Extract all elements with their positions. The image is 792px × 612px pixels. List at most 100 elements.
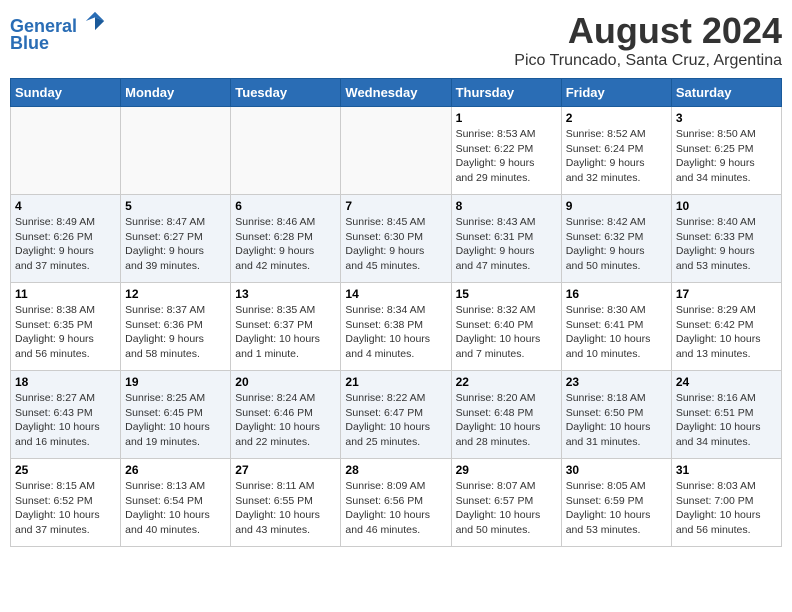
page-subtitle: Pico Truncado, Santa Cruz, Argentina: [514, 52, 782, 70]
day-number: 15: [456, 287, 557, 301]
cell-content: Sunrise: 8:16 AMSunset: 6:51 PMDaylight:…: [676, 391, 777, 450]
day-number: 25: [15, 463, 116, 477]
week-row-5: 25 Sunrise: 8:15 AMSunset: 6:52 PMDayligh…: [11, 459, 782, 547]
cell-content: Sunrise: 8:52 AMSunset: 6:24 PMDaylight:…: [566, 127, 667, 186]
cell-content: Sunrise: 8:43 AMSunset: 6:31 PMDaylight:…: [456, 215, 557, 274]
calendar-cell: 28 Sunrise: 8:09 AMSunset: 6:56 PMDayligh…: [341, 459, 451, 547]
calendar-cell: 19 Sunrise: 8:25 AMSunset: 6:45 PMDayligh…: [121, 371, 231, 459]
calendar-cell: 15 Sunrise: 8:32 AMSunset: 6:40 PMDayligh…: [451, 283, 561, 371]
day-number: 27: [235, 463, 336, 477]
calendar-cell: 9 Sunrise: 8:42 AMSunset: 6:32 PMDaylight…: [561, 195, 671, 283]
day-number: 29: [456, 463, 557, 477]
day-header-tuesday: Tuesday: [231, 79, 341, 107]
cell-content: Sunrise: 8:25 AMSunset: 6:45 PMDaylight:…: [125, 391, 226, 450]
day-number: 16: [566, 287, 667, 301]
cell-content: Sunrise: 8:24 AMSunset: 6:46 PMDaylight:…: [235, 391, 336, 450]
cell-content: Sunrise: 8:22 AMSunset: 6:47 PMDaylight:…: [345, 391, 446, 450]
calendar-cell: [341, 107, 451, 195]
week-row-1: 1 Sunrise: 8:53 AMSunset: 6:22 PMDaylight…: [11, 107, 782, 195]
day-header-monday: Monday: [121, 79, 231, 107]
day-number: 14: [345, 287, 446, 301]
logo: General Blue: [10, 10, 106, 54]
cell-content: Sunrise: 8:34 AMSunset: 6:38 PMDaylight:…: [345, 303, 446, 362]
cell-content: Sunrise: 8:03 AMSunset: 7:00 PMDaylight:…: [676, 479, 777, 538]
calendar-cell: [231, 107, 341, 195]
day-number: 31: [676, 463, 777, 477]
cell-content: Sunrise: 8:47 AMSunset: 6:27 PMDaylight:…: [125, 215, 226, 274]
calendar-cell: 21 Sunrise: 8:22 AMSunset: 6:47 PMDayligh…: [341, 371, 451, 459]
day-number: 10: [676, 199, 777, 213]
day-header-saturday: Saturday: [671, 79, 781, 107]
cell-content: Sunrise: 8:20 AMSunset: 6:48 PMDaylight:…: [456, 391, 557, 450]
day-number: 23: [566, 375, 667, 389]
day-number: 1: [456, 111, 557, 125]
day-number: 2: [566, 111, 667, 125]
calendar-cell: 30Sunrise: 8:05 AMSunset: 6:59 PMDayligh…: [561, 459, 671, 547]
day-header-wednesday: Wednesday: [341, 79, 451, 107]
calendar-cell: 16Sunrise: 8:30 AMSunset: 6:41 PMDayligh…: [561, 283, 671, 371]
day-number: 13: [235, 287, 336, 301]
day-number: 6: [235, 199, 336, 213]
calendar-cell: 6 Sunrise: 8:46 AMSunset: 6:28 PMDaylight…: [231, 195, 341, 283]
calendar-cell: 18 Sunrise: 8:27 AMSunset: 6:43 PMDayligh…: [11, 371, 121, 459]
day-number: 28: [345, 463, 446, 477]
day-number: 5: [125, 199, 226, 213]
calendar-cell: 27 Sunrise: 8:11 AMSunset: 6:55 PMDayligh…: [231, 459, 341, 547]
day-number: 24: [676, 375, 777, 389]
day-number: 11: [15, 287, 116, 301]
cell-content: Sunrise: 8:46 AMSunset: 6:28 PMDaylight:…: [235, 215, 336, 274]
day-number: 22: [456, 375, 557, 389]
cell-content: Sunrise: 8:15 AMSunset: 6:52 PMDaylight:…: [15, 479, 116, 538]
day-number: 21: [345, 375, 446, 389]
title-block: August 2024 Pico Truncado, Santa Cruz, A…: [514, 10, 782, 70]
cell-content: Sunrise: 8:45 AMSunset: 6:30 PMDaylight:…: [345, 215, 446, 274]
day-header-thursday: Thursday: [451, 79, 561, 107]
cell-content: Sunrise: 8:35 AMSunset: 6:37 PMDaylight:…: [235, 303, 336, 362]
calendar-cell: 13 Sunrise: 8:35 AMSunset: 6:37 PMDayligh…: [231, 283, 341, 371]
calendar-cell: 22 Sunrise: 8:20 AMSunset: 6:48 PMDayligh…: [451, 371, 561, 459]
calendar-cell: 1 Sunrise: 8:53 AMSunset: 6:22 PMDaylight…: [451, 107, 561, 195]
cell-content: Sunrise: 8:09 AMSunset: 6:56 PMDaylight:…: [345, 479, 446, 538]
cell-content: Sunrise: 8:37 AMSunset: 6:36 PMDaylight:…: [125, 303, 226, 362]
calendar-table: SundayMondayTuesdayWednesdayThursdayFrid…: [10, 78, 782, 547]
calendar-cell: 4 Sunrise: 8:49 AMSunset: 6:26 PMDaylight…: [11, 195, 121, 283]
calendar-cell: 7 Sunrise: 8:45 AMSunset: 6:30 PMDaylight…: [341, 195, 451, 283]
cell-content: Sunrise: 8:27 AMSunset: 6:43 PMDaylight:…: [15, 391, 116, 450]
day-header-friday: Friday: [561, 79, 671, 107]
day-number: 17: [676, 287, 777, 301]
cell-content: Sunrise: 8:07 AMSunset: 6:57 PMDaylight:…: [456, 479, 557, 538]
day-number: 9: [566, 199, 667, 213]
cell-content: Sunrise: 8:49 AMSunset: 6:26 PMDaylight:…: [15, 215, 116, 274]
day-number: 7: [345, 199, 446, 213]
calendar-header-row: SundayMondayTuesdayWednesdayThursdayFrid…: [11, 79, 782, 107]
calendar-cell: 31 Sunrise: 8:03 AMSunset: 7:00 PMDayligh…: [671, 459, 781, 547]
day-header-sunday: Sunday: [11, 79, 121, 107]
calendar-cell: 8 Sunrise: 8:43 AMSunset: 6:31 PMDaylight…: [451, 195, 561, 283]
cell-content: Sunrise: 8:50 AMSunset: 6:25 PMDaylight:…: [676, 127, 777, 186]
cell-content: Sunrise: 8:42 AMSunset: 6:32 PMDaylight:…: [566, 215, 667, 274]
calendar-cell: 12 Sunrise: 8:37 AMSunset: 6:36 PMDayligh…: [121, 283, 231, 371]
week-row-3: 11 Sunrise: 8:38 AMSunset: 6:35 PMDayligh…: [11, 283, 782, 371]
calendar-cell: 23Sunrise: 8:18 AMSunset: 6:50 PMDayligh…: [561, 371, 671, 459]
calendar-cell: 5 Sunrise: 8:47 AMSunset: 6:27 PMDaylight…: [121, 195, 231, 283]
day-number: 30: [566, 463, 667, 477]
cell-content: Sunrise: 8:13 AMSunset: 6:54 PMDaylight:…: [125, 479, 226, 538]
day-number: 20: [235, 375, 336, 389]
calendar-cell: 24 Sunrise: 8:16 AMSunset: 6:51 PMDayligh…: [671, 371, 781, 459]
cell-content: Sunrise: 8:53 AMSunset: 6:22 PMDaylight:…: [456, 127, 557, 186]
week-row-2: 4 Sunrise: 8:49 AMSunset: 6:26 PMDaylight…: [11, 195, 782, 283]
day-number: 12: [125, 287, 226, 301]
cell-content: Sunrise: 8:32 AMSunset: 6:40 PMDaylight:…: [456, 303, 557, 362]
page-title: August 2024: [514, 10, 782, 52]
cell-content: Sunrise: 8:40 AMSunset: 6:33 PMDaylight:…: [676, 215, 777, 274]
calendar-cell: 20 Sunrise: 8:24 AMSunset: 6:46 PMDayligh…: [231, 371, 341, 459]
day-number: 4: [15, 199, 116, 213]
day-number: 19: [125, 375, 226, 389]
day-number: 18: [15, 375, 116, 389]
day-number: 26: [125, 463, 226, 477]
calendar-cell: 26 Sunrise: 8:13 AMSunset: 6:54 PMDayligh…: [121, 459, 231, 547]
day-number: 8: [456, 199, 557, 213]
cell-content: Sunrise: 8:38 AMSunset: 6:35 PMDaylight:…: [15, 303, 116, 362]
calendar-cell: 17Sunrise: 8:29 AMSunset: 6:42 PMDayligh…: [671, 283, 781, 371]
cell-content: Sunrise: 8:11 AMSunset: 6:55 PMDaylight:…: [235, 479, 336, 538]
